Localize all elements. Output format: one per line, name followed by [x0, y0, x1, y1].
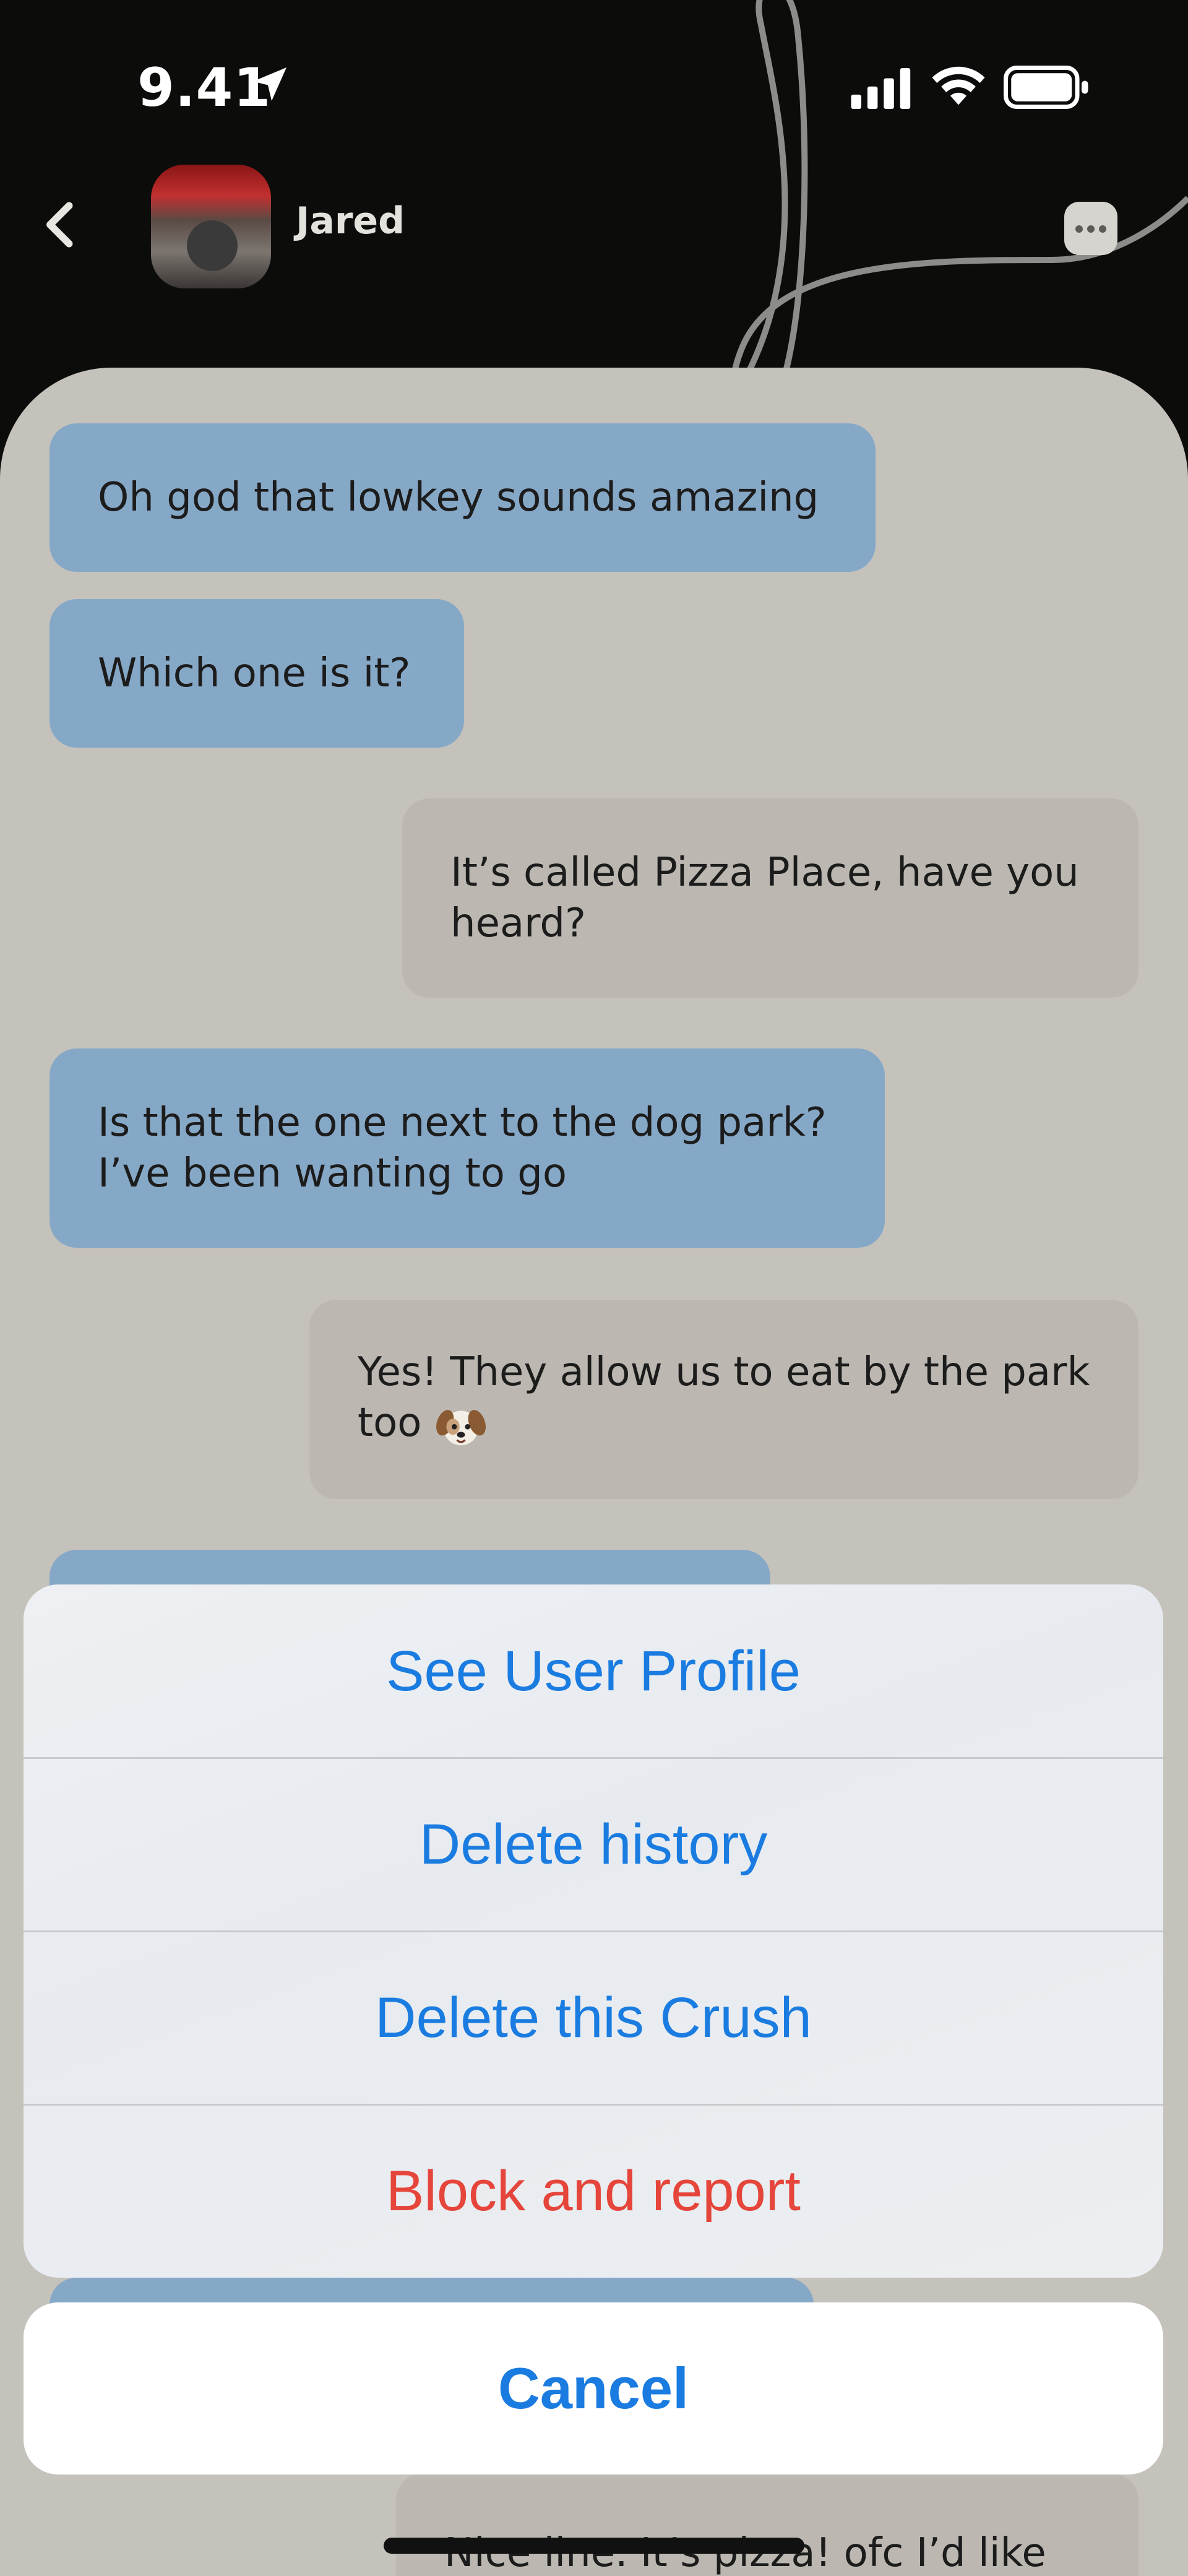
delete-crush-button[interactable]: Delete this Crush [24, 1931, 1163, 2104]
cancel-button[interactable]: Cancel [24, 2302, 1163, 2474]
see-user-profile-button[interactable]: See User Profile [24, 1584, 1163, 1758]
delete-history-button[interactable]: Delete history [24, 1758, 1163, 1931]
action-sheet: See User Profile Delete history Delete t… [24, 1584, 1163, 2278]
home-indicator[interactable] [384, 2538, 804, 2554]
block-and-report-button[interactable]: Block and report [24, 2104, 1163, 2278]
